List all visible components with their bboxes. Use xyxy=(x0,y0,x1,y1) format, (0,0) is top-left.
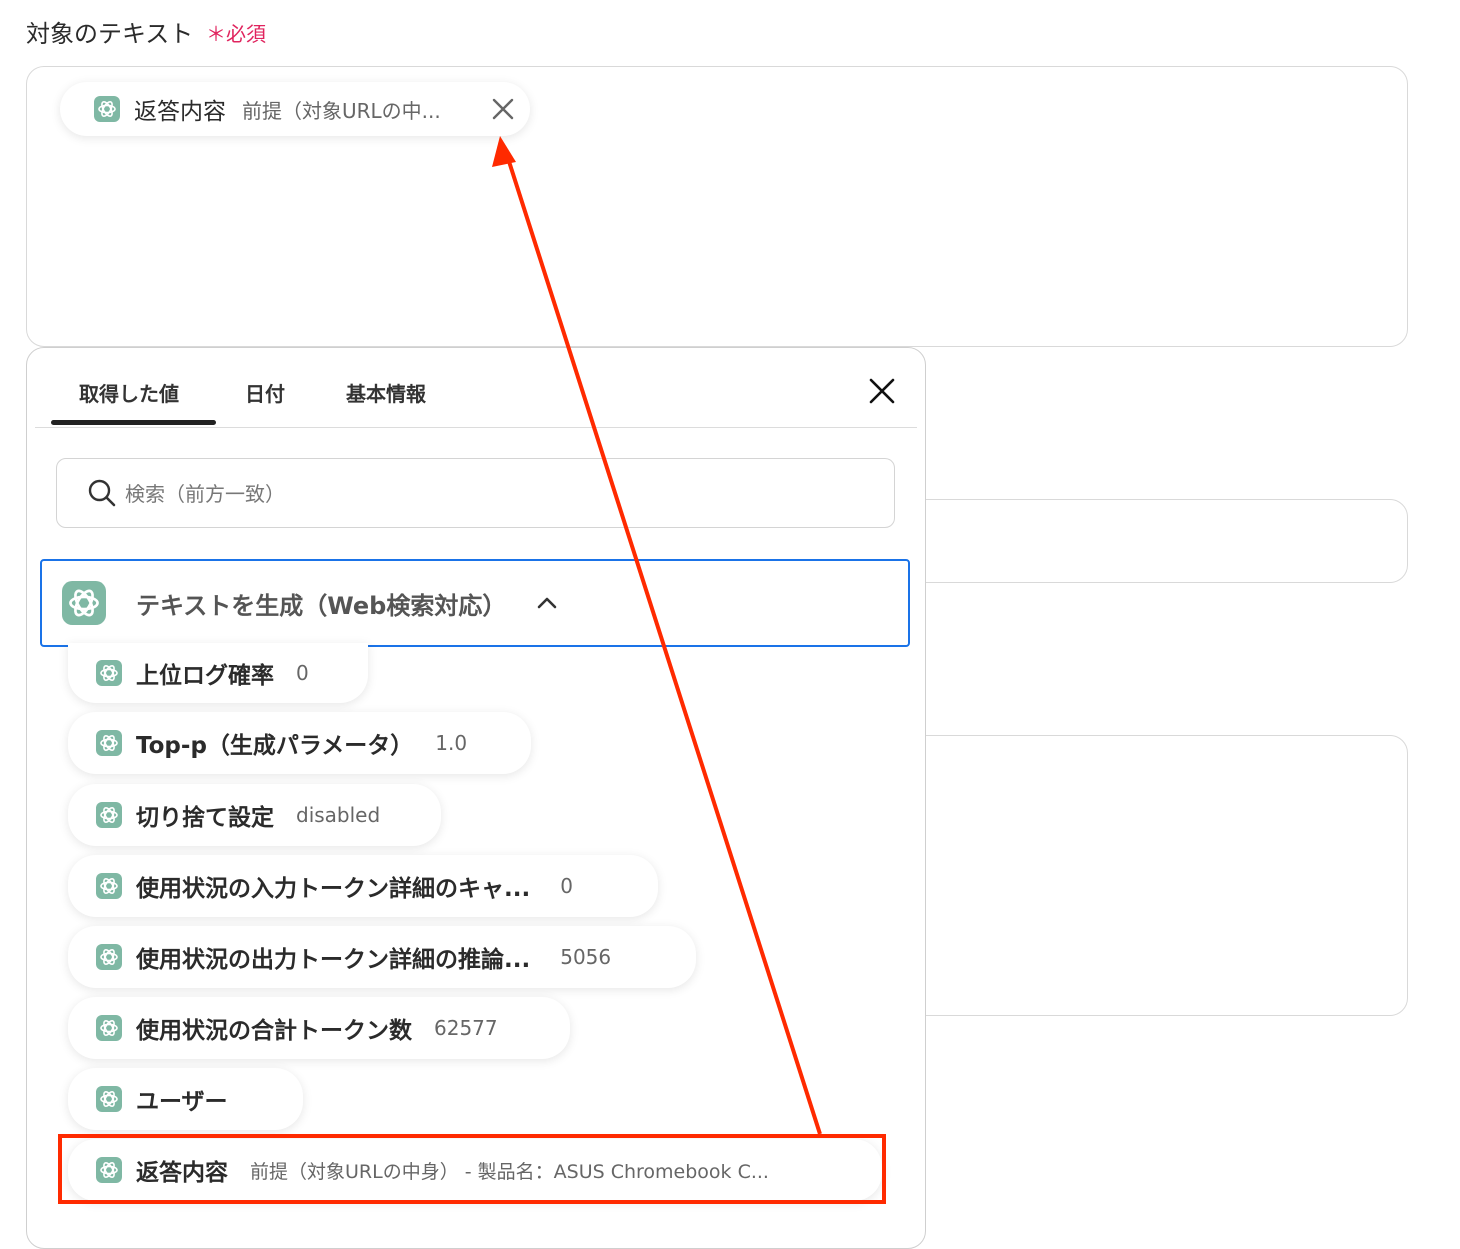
annotation-arrow xyxy=(492,136,822,1135)
